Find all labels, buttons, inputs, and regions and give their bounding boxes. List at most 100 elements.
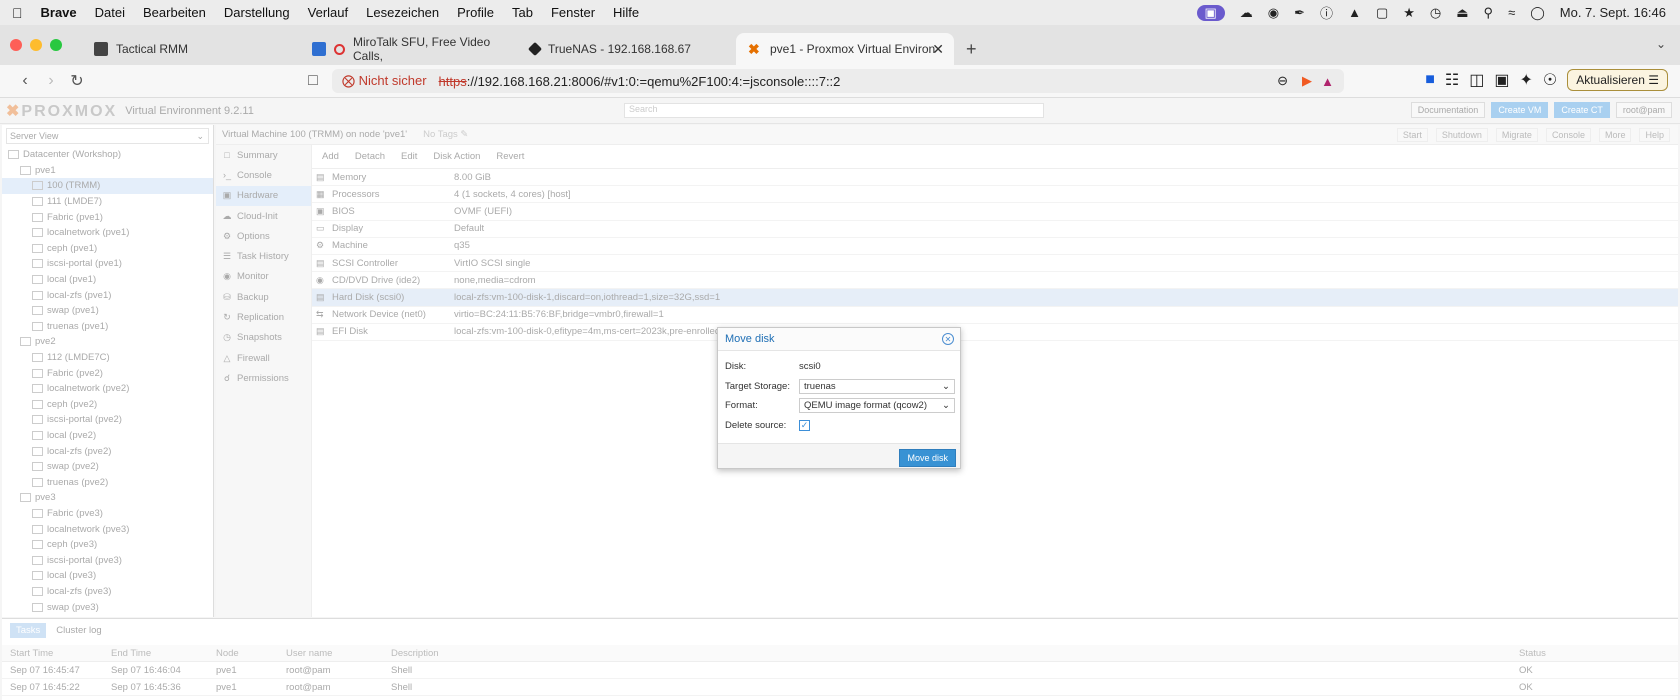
brave-shields-icon[interactable]: ▶	[1302, 73, 1312, 89]
brave-rewards-icon[interactable]: ▲	[1321, 74, 1334, 89]
nav-permissions[interactable]: ☌ Permissions	[216, 368, 311, 388]
migrate-button[interactable]: Migrate	[1495, 128, 1538, 142]
tree-item[interactable]: local (pve1)	[2, 272, 213, 288]
hardware-row[interactable]: ▣ BIOS OVMF (UEFI)	[312, 203, 1678, 221]
sidebar-icon[interactable]: ◫	[1469, 70, 1484, 90]
tree-item[interactable]: 100 (TRMM)	[2, 178, 213, 194]
tree-item[interactable]: iscsi-portal (pve3)	[2, 552, 213, 568]
pve-search-input[interactable]: Search	[624, 103, 1044, 118]
spotlight-icon[interactable]: ⚲	[1484, 5, 1494, 21]
bookmark-icon[interactable]: □	[300, 72, 326, 90]
tree-item[interactable]: Fabric (pve3)	[2, 506, 213, 522]
nav-cloud-init[interactable]: ☁ Cloud-Init	[216, 206, 311, 226]
tab-tasks[interactable]: Tasks	[10, 622, 47, 638]
time-machine-icon[interactable]: ◷	[1430, 5, 1441, 21]
update-button[interactable]: Aktualisieren ☰	[1567, 69, 1668, 91]
tree-item[interactable]: iscsi-portal (pve1)	[2, 256, 213, 272]
forward-button[interactable]: ›	[38, 72, 64, 90]
menu-tab[interactable]: Tab	[512, 5, 533, 20]
screen-share-icon[interactable]: ▣	[1196, 4, 1225, 21]
target-storage-select[interactable]: truenas ⌄	[799, 378, 955, 394]
disk-action-button[interactable]: Disk Action	[427, 149, 486, 164]
nav-replication[interactable]: ↻ Replication	[216, 307, 311, 327]
tree-item[interactable]: ceph (pve3)	[2, 537, 213, 553]
hardware-row[interactable]: ▦ Processors 4 (1 sockets, 4 cores) [host]	[312, 186, 1678, 204]
tree-item[interactable]: pve1	[2, 163, 213, 179]
tab-mirotalk[interactable]: MiroTalk SFU, Free Video Calls,	[300, 33, 518, 65]
menu-datei[interactable]: Datei	[95, 5, 125, 20]
wallet-icon[interactable]: ▣	[1494, 70, 1509, 90]
move-disk-button[interactable]: Move disk	[899, 449, 956, 467]
hardware-row[interactable]: ◉ CD/DVD Drive (ide2) none,media=cdrom	[312, 272, 1678, 290]
back-button[interactable]: ‹	[12, 72, 38, 90]
console-button[interactable]: Console	[1545, 128, 1591, 142]
start-button[interactable]: Start	[1396, 128, 1428, 142]
task-row[interactable]: Sep 07 16:45:22 Sep 07 16:45:36 pve1 root@p…	[2, 679, 1678, 696]
nav-options[interactable]: ⚙ Options	[216, 226, 311, 246]
col-node[interactable]: Node	[212, 648, 282, 659]
extensions-icon[interactable]: ☷	[1445, 70, 1459, 90]
tree-item[interactable]: local-zfs (pve1)	[2, 287, 213, 303]
binoculars-icon[interactable]: ◉	[1268, 5, 1279, 21]
tree-item[interactable]: swap (pve3)	[2, 599, 213, 615]
tree-item[interactable]: swap (pve2)	[2, 459, 213, 475]
close-icon[interactable]: ✕	[942, 333, 954, 345]
hardware-row[interactable]: ▤ Hard Disk (scsi0) local-zfs:vm-100-disk-…	[312, 289, 1678, 307]
tree-item[interactable]: Fabric (pve2)	[2, 365, 213, 381]
edit-button[interactable]: Edit	[395, 149, 423, 164]
reload-button[interactable]: ↻	[64, 71, 90, 91]
menu-profile[interactable]: Profile	[457, 5, 494, 20]
tree-item[interactable]: pve3	[2, 490, 213, 506]
nav-monitor[interactable]: ◉ Monitor	[216, 267, 311, 287]
revert-button[interactable]: Revert	[490, 149, 530, 164]
hardware-row[interactable]: ⚙ Machine q35	[312, 238, 1678, 255]
col-start-time[interactable]: Start Time	[2, 648, 107, 659]
close-window-button[interactable]	[10, 39, 22, 51]
nav-hardware[interactable]: ▣ Hardware	[216, 185, 311, 206]
delete-source-checkbox[interactable]: ✓	[799, 419, 810, 431]
tree-item[interactable]: truenas (pve2)	[2, 474, 213, 490]
vm-tags[interactable]: No Tags ✎	[423, 129, 468, 140]
bitwarden-icon[interactable]: ■	[1425, 71, 1435, 89]
tree-item[interactable]: local (pve2)	[2, 428, 213, 444]
create-ct-button[interactable]: Create CT	[1554, 102, 1610, 118]
more-button[interactable]: More	[1598, 128, 1632, 142]
eject-icon[interactable]: ⏏	[1456, 5, 1468, 21]
menu-app-name[interactable]: Brave	[41, 5, 77, 20]
vpn-icon[interactable]: ☉	[1543, 70, 1557, 90]
tree-item[interactable]: truenas (pve1)	[2, 319, 213, 335]
not-secure-indicator[interactable]: ⨂ Nicht sicher	[342, 73, 427, 89]
menu-darstellung[interactable]: Darstellung	[224, 5, 290, 20]
tab-truenas[interactable]: TrueNAS - 192.168.168.67	[518, 33, 736, 65]
tree-item[interactable]: localnetwork (pve1)	[2, 225, 213, 241]
info-icon[interactable]: ⓘ	[1320, 3, 1333, 22]
new-tab-button[interactable]: +	[954, 33, 989, 65]
help-button[interactable]: Help	[1639, 128, 1670, 142]
menu-fenster[interactable]: Fenster	[551, 5, 595, 20]
menu-hilfe[interactable]: Hilfe	[613, 5, 639, 20]
zoom-icon[interactable]: ⊖	[1277, 73, 1288, 89]
search-tool-icon[interactable]: ▲	[1348, 5, 1361, 20]
nav-firewall[interactable]: △ Firewall	[216, 348, 311, 368]
hardware-row[interactable]: ▭ Display Default	[312, 221, 1678, 238]
control-center-icon[interactable]: ◯	[1530, 5, 1545, 21]
apple-icon[interactable]: 	[12, 5, 23, 21]
col-status[interactable]: Status	[1515, 648, 1655, 659]
server-view-select[interactable]: Server View ⌄	[6, 128, 209, 144]
nav-summary[interactable]: □ Summary	[216, 145, 311, 165]
task-row[interactable]: Sep 07 16:45:47 Sep 07 16:46:04 pve1 root@p…	[2, 662, 1678, 679]
menu-verlauf[interactable]: Verlauf	[308, 5, 348, 20]
tree-item[interactable]: localnetwork (pve3)	[2, 521, 213, 537]
nav-console[interactable]: ›_ Console	[216, 165, 311, 185]
hardware-row[interactable]: ▤ EFI Disk local-zfs:vm-100-disk-0,efitype…	[312, 324, 1678, 341]
format-select[interactable]: QEMU image format (qcow2) ⌄	[799, 398, 955, 414]
nav-backup[interactable]: ⛁ Backup	[216, 287, 311, 307]
col-description[interactable]: Description	[387, 648, 1515, 659]
hardware-row[interactable]: ⇆ Network Device (net0) virtio=BC:24:11:B5…	[312, 307, 1678, 324]
tree-item[interactable]: swap (pve1)	[2, 303, 213, 319]
add-button[interactable]: Add	[316, 149, 345, 164]
tree-item[interactable]: 112 (LMDE7C)	[2, 350, 213, 366]
tree-item[interactable]: Datacenter (Workshop)	[2, 147, 213, 163]
create-vm-button[interactable]: Create VM	[1491, 102, 1549, 118]
figure-icon[interactable]: ★	[1403, 5, 1415, 21]
